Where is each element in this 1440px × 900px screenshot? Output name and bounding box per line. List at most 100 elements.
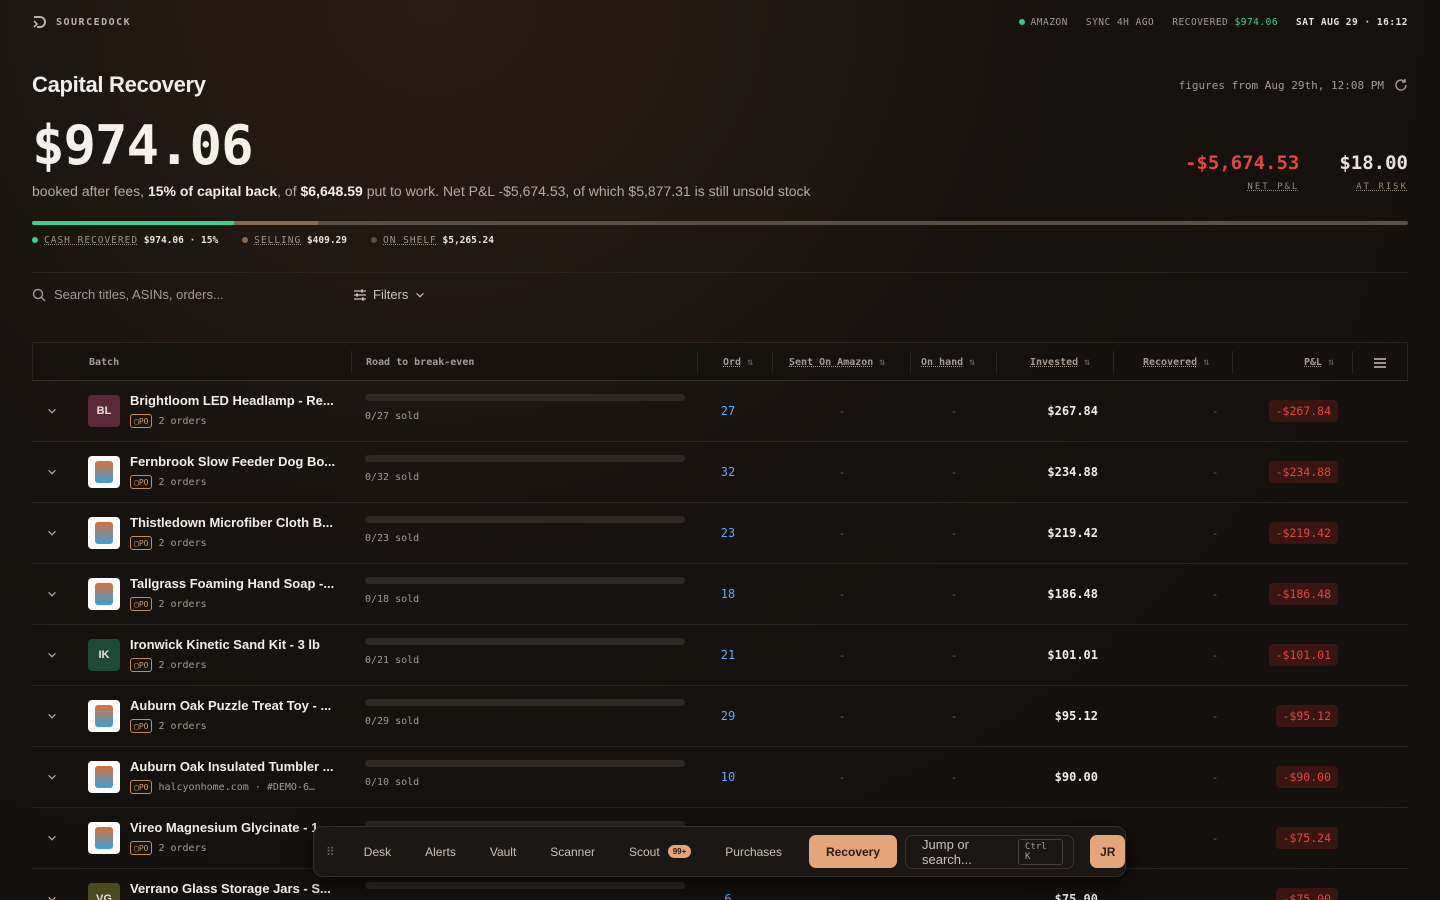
batch-title-cell[interactable]: Verrano Glass Storage Jars - S... ▢PO — [130, 881, 340, 900]
table-row[interactable]: Auburn Oak Insulated Tumbler ... ▢PO halc… — [32, 747, 1408, 808]
figures-note: figures from Aug 29th, 12:08 PM — [1179, 78, 1408, 92]
kpi-label[interactable]: AT RISK — [1339, 182, 1408, 192]
batch-meta: ▢PO 2 orders — [130, 475, 340, 489]
batch-title-cell[interactable]: Auburn Oak Puzzle Treat Toy - ... ▢PO 2 o… — [130, 698, 340, 733]
expand-chevron-icon[interactable] — [46, 381, 60, 441]
table-header: Batch Road to break-even Ord ⇅ Sent On Am… — [32, 342, 1408, 381]
legend-selling: SELLING $409.29 — [242, 235, 347, 246]
batch-title-cell[interactable]: Ironwick Kinetic Sand Kit - 3 lb ▢PO 2 or… — [130, 637, 340, 672]
progress-selling — [233, 221, 319, 225]
pnl-badge: -$90.00 — [1275, 766, 1338, 788]
batch-title-cell[interactable]: Vireo Magnesium Glycinate - 1... ▢PO 2 or… — [130, 820, 340, 855]
dock-scout[interactable]: Scout 99+ — [612, 835, 708, 868]
batch-title-cell[interactable]: Tallgrass Foaming Hand Soap -... ▢PO 2 or… — [130, 576, 340, 611]
order-count[interactable]: 29 — [698, 686, 758, 746]
po-badge: ▢PO — [130, 841, 153, 855]
sliders-icon — [354, 289, 366, 300]
col-road[interactable]: Road to break-even — [366, 343, 474, 382]
column-settings-button[interactable] — [1373, 343, 1387, 382]
table-row[interactable]: Tallgrass Foaming Hand Soap -... ▢PO 2 or… — [32, 564, 1408, 625]
pnl-badge: -$95.12 — [1275, 705, 1338, 727]
batch-title: Verrano Glass Storage Jars - S... — [130, 881, 331, 896]
dock-scanner[interactable]: Scanner — [533, 835, 612, 868]
progress-track — [365, 516, 685, 523]
legend-dot-icon — [371, 237, 377, 243]
product-thumbnail — [88, 700, 120, 732]
batch-meta: ▢PO 2 orders — [130, 536, 340, 550]
recovered-cell: - — [1211, 831, 1219, 845]
refresh-icon[interactable] — [1394, 78, 1408, 92]
batch-title: Thistledown Microfiber Cloth B... — [130, 515, 333, 530]
legend-dot-icon — [32, 237, 38, 243]
scout-badge: 99+ — [667, 845, 692, 858]
col-on-hand[interactable]: On hand ⇅ — [921, 343, 975, 382]
sort-icon: ⇅ — [1084, 357, 1091, 368]
batch-title-cell[interactable]: Auburn Oak Insulated Tumbler ... ▢PO halc… — [130, 759, 340, 794]
summary-text: booked after fees, 15% of capital back, … — [32, 183, 811, 199]
col-pnl[interactable]: P&L ⇅ — [1304, 343, 1334, 382]
col-batch[interactable]: Batch — [89, 343, 119, 382]
recovered-cell: - — [1211, 648, 1219, 662]
table-row[interactable]: Thistledown Microfiber Cloth B... ▢PO 2 o… — [32, 503, 1408, 564]
table-row[interactable]: BL Brightloom LED Headlamp - Re... ▢PO 2 … — [32, 381, 1408, 442]
marketplace-status: AMAZON — [1018, 17, 1068, 28]
progress-cash — [32, 221, 234, 225]
batch-title-cell[interactable]: Thistledown Microfiber Cloth B... ▢PO 2 o… — [130, 515, 340, 550]
kpi-label[interactable]: NET P&L — [1185, 182, 1299, 192]
pnl-cell: -$95.12 — [1252, 686, 1338, 746]
po-badge: ▢PO — [130, 536, 153, 550]
jump-search-input[interactable]: Jump or search... Ctrl K — [905, 834, 1075, 869]
invested-cell: $101.01 — [1047, 648, 1098, 662]
invested-cell: $95.12 — [1054, 709, 1098, 723]
page-title: Capital Recovery — [32, 72, 206, 97]
batch-title: Brightloom LED Headlamp - Re... — [130, 393, 334, 408]
col-recovered[interactable]: Recovered ⇅ — [1143, 343, 1209, 382]
dock-desk[interactable]: Desk — [347, 835, 408, 868]
col-invested[interactable]: Invested ⇅ — [1030, 343, 1090, 382]
order-count[interactable]: 23 — [698, 503, 758, 563]
sent-on-amazon-cell: - — [838, 709, 846, 723]
order-count[interactable]: 21 — [698, 625, 758, 685]
order-count[interactable]: 10 — [698, 747, 758, 807]
sort-icon: ⇅ — [1328, 357, 1335, 368]
table-row[interactable]: IK Ironwick Kinetic Sand Kit - 3 lb ▢PO 2… — [32, 625, 1408, 686]
batch-title-cell[interactable]: Brightloom LED Headlamp - Re... ▢PO 2 ord… — [130, 393, 340, 428]
batch-title-cell[interactable]: Fernbrook Slow Feeder Dog Bo... ▢PO 2 ord… — [130, 454, 340, 489]
break-even-progress: 0/10 sold — [365, 760, 685, 788]
expand-chevron-icon[interactable] — [46, 442, 60, 502]
search-input[interactable]: Search titles, ASINs, orders... — [32, 287, 332, 302]
user-avatar[interactable]: JR — [1090, 835, 1125, 868]
expand-chevron-icon[interactable] — [46, 564, 60, 624]
batch-title: Vireo Magnesium Glycinate - 1... — [130, 820, 330, 835]
dock-vault[interactable]: Vault — [473, 835, 533, 868]
table-row[interactable]: Fernbrook Slow Feeder Dog Bo... ▢PO 2 ord… — [32, 442, 1408, 503]
drag-handle-icon[interactable]: ⠿ — [326, 845, 335, 859]
legend-cash: CASH RECOVERED $974.06 · 15% — [32, 235, 218, 246]
expand-chevron-icon[interactable] — [46, 503, 60, 563]
col-ord[interactable]: Ord ⇅ — [723, 343, 753, 382]
col-sent-on-amazon[interactable]: Sent On Amazon ⇅ — [789, 343, 885, 382]
dock-recovery[interactable]: Recovery — [808, 835, 898, 868]
brand[interactable]: SOURCEDOCK — [32, 15, 131, 29]
progress-track — [365, 577, 685, 584]
order-count[interactable]: 32 — [698, 442, 758, 502]
po-badge: ▢PO — [130, 719, 153, 733]
expand-chevron-icon[interactable] — [46, 625, 60, 685]
pnl-badge: -$101.01 — [1268, 644, 1338, 666]
progress-track — [365, 394, 685, 401]
product-thumbnail — [88, 517, 120, 549]
expand-chevron-icon[interactable] — [46, 808, 60, 868]
dock-purchases[interactable]: Purchases — [708, 835, 799, 868]
order-count[interactable]: 27 — [698, 381, 758, 441]
dock-alerts[interactable]: Alerts — [408, 835, 473, 868]
product-thumbnail: BL — [88, 395, 120, 427]
expand-chevron-icon[interactable] — [46, 686, 60, 746]
kpi-value: $18.00 — [1339, 152, 1408, 174]
table-row[interactable]: Auburn Oak Puzzle Treat Toy - ... ▢PO 2 o… — [32, 686, 1408, 747]
filters-button[interactable]: Filters — [353, 287, 426, 302]
on-hand-cell: - — [950, 648, 958, 662]
expand-chevron-icon[interactable] — [46, 747, 60, 807]
order-count[interactable]: 18 — [698, 564, 758, 624]
expand-chevron-icon[interactable] — [46, 869, 60, 900]
recovered-cell — [1175, 869, 1255, 900]
